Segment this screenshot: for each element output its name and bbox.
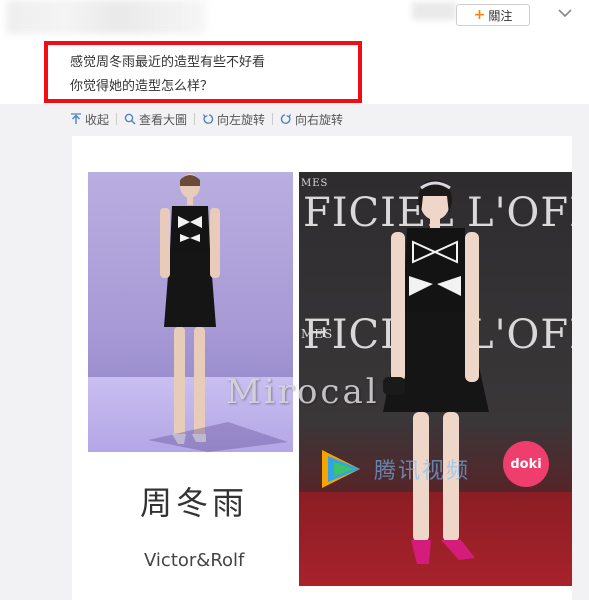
doki-logo-icon: doki [503,441,549,487]
rotate-right-button[interactable]: 向右旋转 [280,111,343,128]
divider [272,113,274,125]
plus-icon: + [473,7,486,23]
tencent-video-logo-icon [322,450,360,488]
follow-button[interactable]: + 關注 [456,4,530,26]
follow-label: 關注 [488,8,513,23]
rotate-left-icon [203,114,214,124]
rotate-left-label: 向左旋转 [217,112,266,127]
divider [194,113,196,125]
collapse-button[interactable]: 收起 [70,111,109,128]
weibo-post: + 關注 感觉周冬雨最近的造型有些不好看 你觉得她的造型怎么样？ 收起 查看大圖 [0,0,589,600]
rotate-right-label: 向右旋转 [295,112,344,127]
blurred-user-info [6,0,206,34]
view-large-label: 查看大圖 [139,112,188,127]
caption-name: 周冬雨 [140,484,249,522]
image-action-bar: 收起 查看大圖 向左旋转 向右旋转 [70,110,343,128]
blurred-meta [412,2,456,20]
caption-brand: Victor&Rolf [144,550,245,571]
divider [116,113,118,125]
image-watermark: Mirocal [226,372,380,412]
rotate-right-icon [280,114,292,124]
search-icon [124,113,136,125]
collapse-label: 收起 [85,112,110,127]
collapse-icon [71,113,81,124]
chevron-down-icon[interactable] [556,4,574,22]
doki-label: doki [510,456,542,472]
rotate-left-button[interactable]: 向左旋转 [202,111,265,128]
view-large-button[interactable]: 查看大圖 [124,111,187,128]
tencent-watermark-text: 腾讯视频 [374,459,471,484]
highlight-box [44,41,362,103]
